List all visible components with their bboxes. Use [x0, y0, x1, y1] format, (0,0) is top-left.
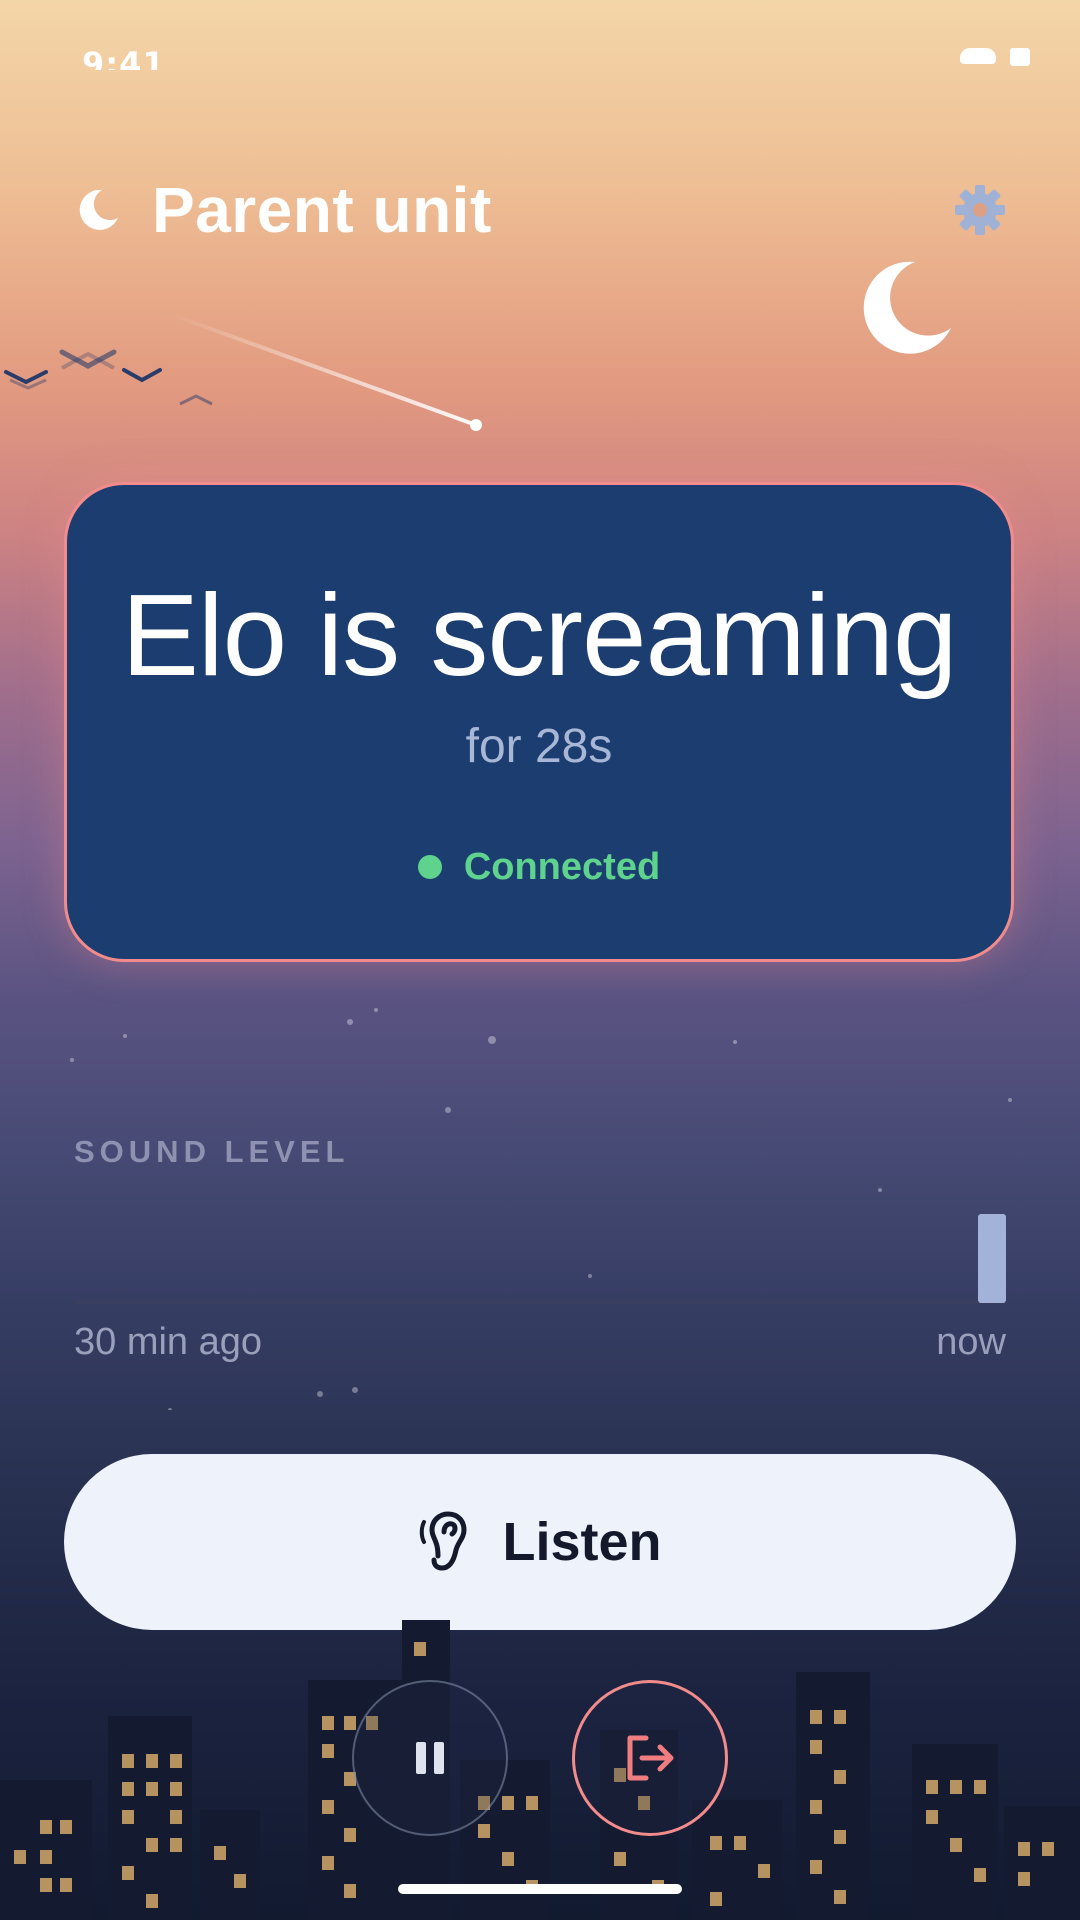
settings-gear-icon[interactable]	[952, 182, 1008, 238]
crescent-moon-icon	[863, 261, 951, 354]
pause-button[interactable]	[352, 1680, 508, 1836]
header: Parent unit	[72, 170, 1008, 250]
listen-button-label: Listen	[502, 1512, 662, 1572]
shooting-star-and-birds	[4, 312, 482, 431]
parent-unit-screen: 9:41 Parent unit Elo is screaming for 28…	[0, 0, 1080, 1920]
sound-axis-start-label: 30 min ago	[74, 1321, 263, 1363]
pause-icon	[416, 1742, 444, 1774]
city-skyline	[0, 1620, 1080, 1920]
baby-status-card: Elo is screaming for 28s Connected	[64, 482, 1014, 962]
sound-level-heading: SOUND LEVEL	[74, 1134, 350, 1169]
sound-level-baseline	[74, 1300, 1006, 1304]
page-title: Parent unit	[152, 174, 492, 246]
moon-icon	[79, 189, 118, 230]
sound-level-section: SOUND LEVEL 30 min ago now	[74, 1130, 1006, 1380]
status-icons	[960, 48, 1030, 66]
battery-icon	[1010, 48, 1030, 66]
sound-axis-end-label: now	[936, 1321, 1006, 1363]
exit-button[interactable]	[572, 1680, 728, 1836]
status-bar: 9:41	[82, 40, 1030, 70]
connection-status: Connected	[67, 843, 1011, 891]
status-duration: for 28s	[465, 720, 613, 773]
home-indicator	[398, 1884, 682, 1894]
connection-label: Connected	[463, 846, 661, 888]
status-time: 9:41	[82, 45, 166, 70]
baby-status-message: Elo is screaming	[121, 570, 958, 700]
sound-level-bar-now	[978, 1214, 1006, 1303]
signal-icon	[960, 48, 996, 64]
ear-icon	[420, 1511, 467, 1571]
exit-icon	[627, 1735, 674, 1781]
listen-button[interactable]: Listen	[64, 1454, 1016, 1630]
connection-indicator-dot	[417, 855, 442, 879]
